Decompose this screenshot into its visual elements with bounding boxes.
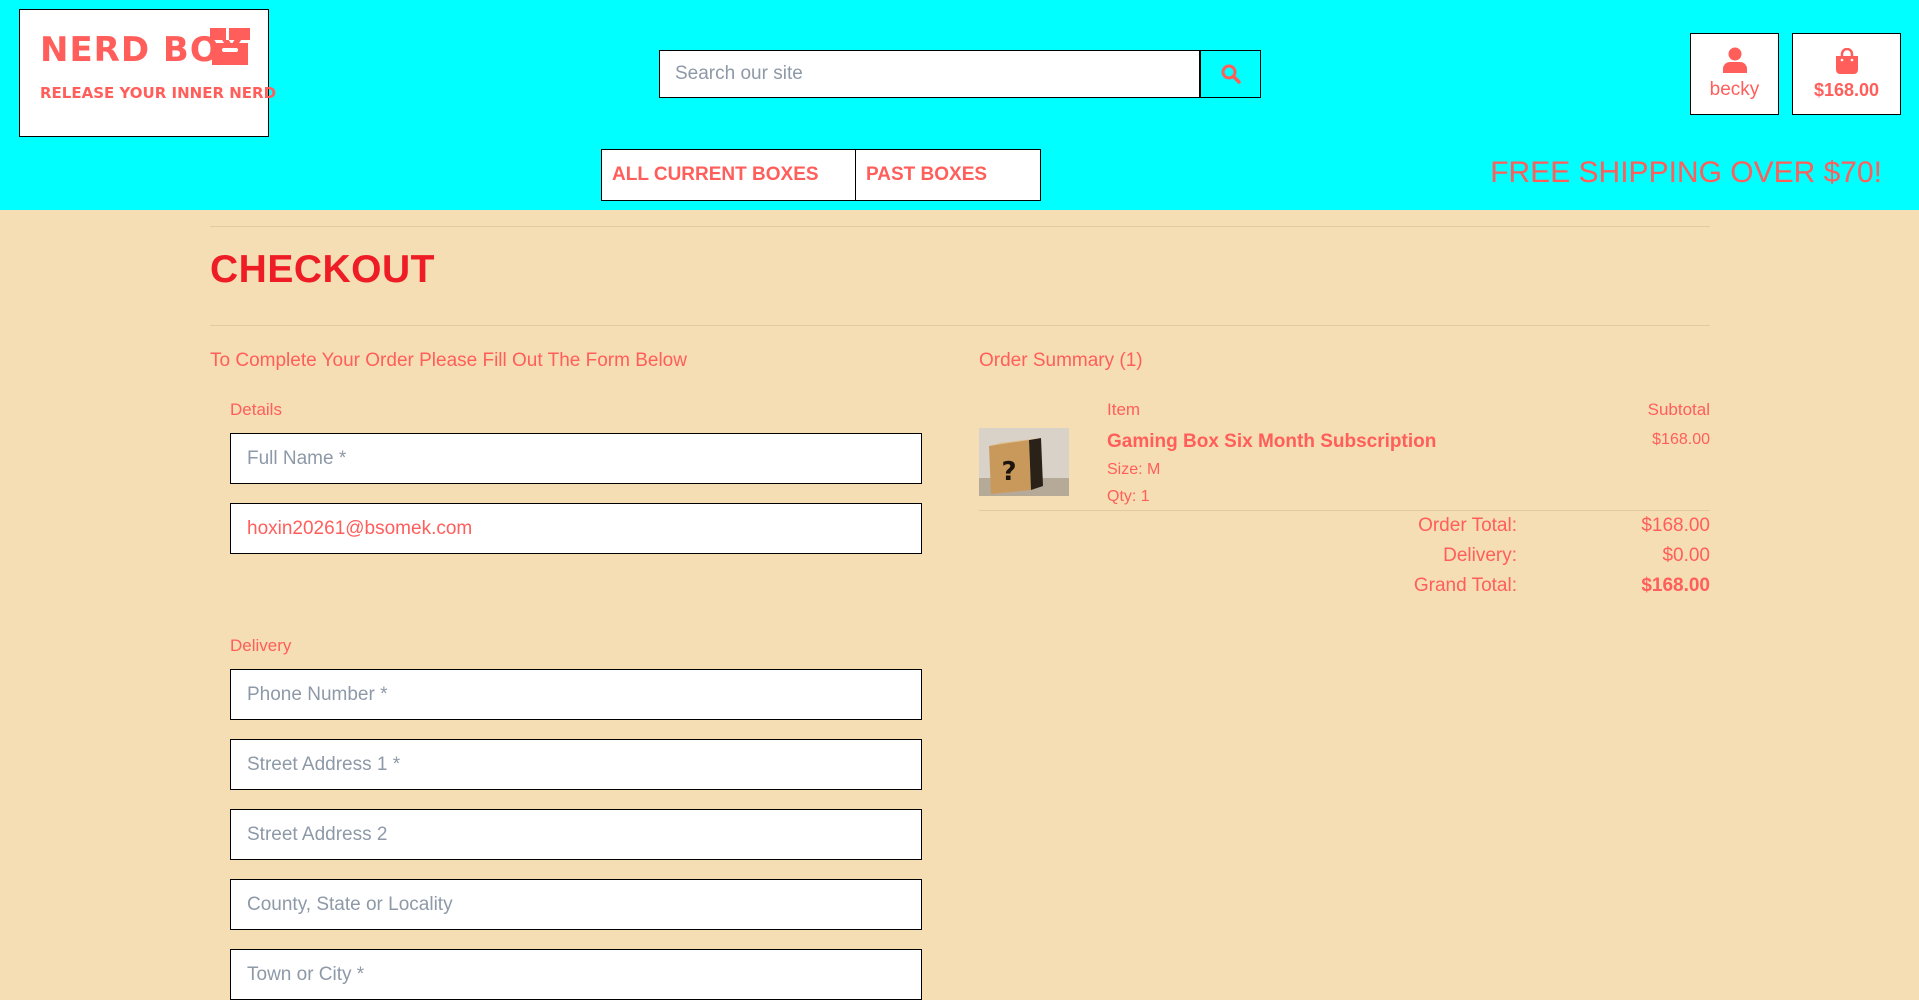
summary-divider <box>979 510 1710 511</box>
shopping-bag-icon <box>1835 47 1858 74</box>
nav-all-current-boxes[interactable]: ALL CURRENT BOXES <box>601 149 856 201</box>
email-field[interactable] <box>230 503 922 554</box>
street-address-1-field[interactable] <box>230 739 922 790</box>
product-size: Size: M <box>1107 461 1161 478</box>
nav-past-boxes[interactable]: PAST BOXES <box>855 149 1041 201</box>
delivery-label: Delivery <box>230 636 292 655</box>
full-name-field[interactable] <box>230 433 922 484</box>
search-icon <box>1221 64 1241 84</box>
brand-logo[interactable]: NERD BOX RELEASE YOUR INNER NERD <box>19 9 276 137</box>
order-total-label: Order Total: <box>1418 515 1517 536</box>
free-shipping-banner: FREE SHIPPING OVER $70! <box>1490 156 1882 189</box>
phone-number-field[interactable] <box>230 669 922 720</box>
page-title: CHECKOUT <box>210 248 435 291</box>
divider <box>210 226 1710 227</box>
delivery-cost-value: $0.00 <box>1662 545 1710 566</box>
divider <box>210 325 1710 326</box>
product-name[interactable]: Gaming Box Six Month Subscription <box>1107 431 1436 453</box>
search-button[interactable] <box>1200 50 1261 98</box>
cart-button[interactable]: $168.00 <box>1792 33 1901 115</box>
subtotal-column-header: Subtotal <box>1647 400 1710 419</box>
brand-tagline: RELEASE YOUR INNER NERD <box>40 84 277 102</box>
town-city-field[interactable] <box>230 949 922 1000</box>
site-header: NERD BOX RELEASE YOUR INNER NERD becky $ <box>0 0 1919 210</box>
user-icon <box>1722 47 1747 73</box>
nav-item-label: PAST BOXES <box>866 164 988 185</box>
details-label: Details <box>230 400 282 419</box>
cart-total: $168.00 <box>1813 79 1880 100</box>
street-address-2-field[interactable] <box>230 809 922 860</box>
order-summary-heading: Order Summary (1) <box>979 350 1143 371</box>
grand-total-label: Grand Total: <box>1413 575 1517 596</box>
grand-total-value: $168.00 <box>1641 575 1710 596</box>
nav-item-label: ALL CURRENT BOXES <box>612 164 819 185</box>
product-subtotal: $168.00 <box>1652 431 1710 448</box>
search-input[interactable] <box>659 50 1200 98</box>
mystery-box-image: ? <box>979 428 1069 496</box>
delivery-cost-label: Delivery: <box>1443 545 1517 566</box>
order-total-value: $168.00 <box>1641 515 1710 536</box>
svg-text:?: ? <box>1001 457 1016 487</box>
item-column-header: Item <box>1107 400 1141 419</box>
box-icon <box>210 28 250 65</box>
account-button[interactable]: becky <box>1690 33 1779 115</box>
product-qty: Qty: 1 <box>1107 488 1150 505</box>
form-intro: To Complete Your Order Please Fill Out T… <box>210 350 687 371</box>
account-label: becky <box>1709 79 1760 100</box>
county-field[interactable] <box>230 879 922 930</box>
